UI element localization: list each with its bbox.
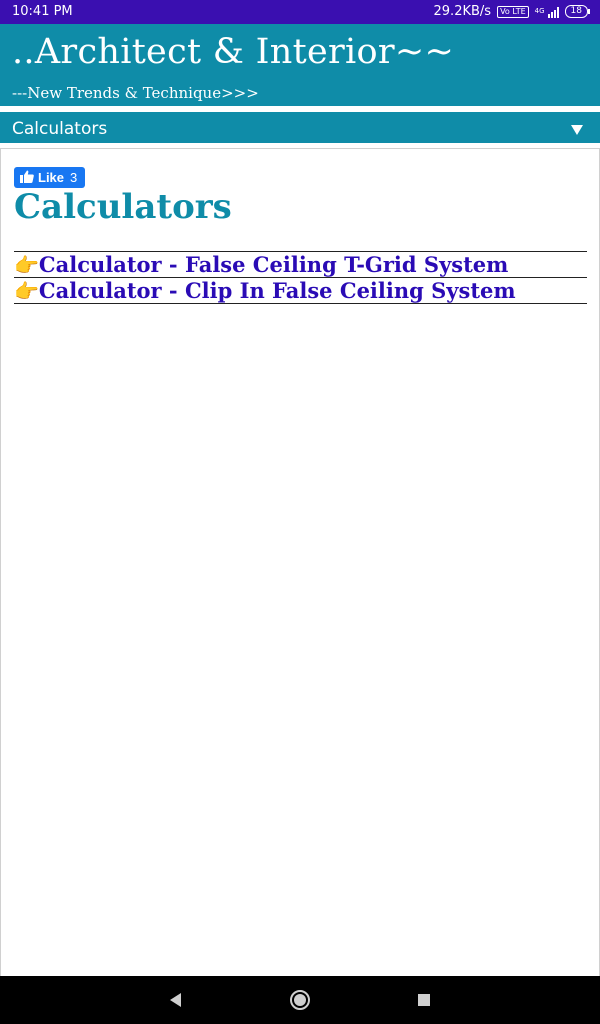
site-tagline: ---New Trends & Technique>>> [12,84,259,102]
facebook-like-button[interactable]: Like 3 [14,167,86,188]
main-content: Like 3 Calculators 👉Calculator - False C… [0,148,600,977]
thumbs-up-icon [20,170,34,186]
nav-dropdown[interactable]: Calculators [0,112,600,143]
post-link-label: Calculator - False Ceiling T-Grid System [38,252,509,277]
network-speed: 29.2KB/s [433,4,492,19]
triangle-down-icon [570,124,584,141]
home-circle-icon[interactable] [288,988,312,1012]
recent-square-icon[interactable] [412,988,436,1012]
back-triangle-icon[interactable] [164,988,188,1012]
pointing-hand-icon: 👉 [14,253,39,277]
network-type: 4G [534,7,545,15]
status-bar: 10:41 PM 29.2KB/s Vo LTE 4G 18 [0,0,600,24]
nav-dropdown-label: Calculators [12,119,108,139]
status-time: 10:41 PM [12,4,73,19]
status-icons: 29.2KB/s Vo LTE 4G 18 [433,4,591,19]
pointing-hand-icon: 👉 [14,279,39,303]
post-link-label: Calculator - Clip In False Ceiling Syste… [38,278,516,303]
post-link-false-ceiling-t-grid[interactable]: 👉Calculator - False Ceiling T-Grid Syste… [14,252,587,278]
site-header: ..Architect & Interior~~ ---New Trends &… [0,24,600,106]
signal-icon [547,6,559,18]
post-link-clip-in-false-ceiling[interactable]: 👉Calculator - Clip In False Ceiling Syst… [14,278,587,304]
page-title: Calculators [14,187,232,227]
volte-icon: Vo LTE [497,5,529,18]
battery-icon: 18 [564,5,591,18]
post-list: 👉Calculator - False Ceiling T-Grid Syste… [14,251,587,304]
system-navigation-bar [0,976,600,1024]
site-title[interactable]: ..Architect & Interior~~ [12,32,454,72]
like-count: 3 [70,170,78,185]
like-label: Like [38,170,65,185]
